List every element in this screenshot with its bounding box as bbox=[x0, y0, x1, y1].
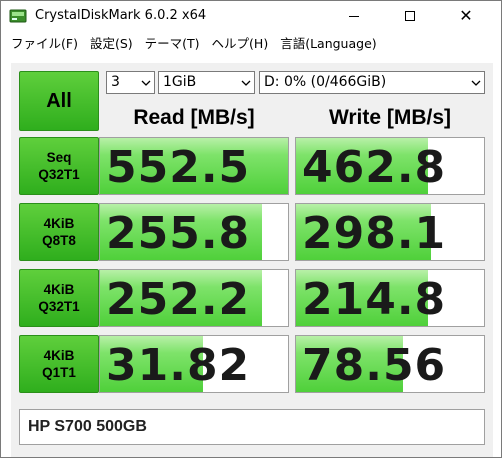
menu-theme[interactable]: テーマ(T) bbox=[139, 34, 206, 54]
write-value: 298.1 bbox=[302, 208, 447, 259]
4kib-q1t1-button[interactable]: 4KiB Q1T1 bbox=[19, 335, 99, 393]
read-value: 31.82 bbox=[106, 340, 251, 391]
menu-file[interactable]: ファイル(F) bbox=[5, 34, 84, 54]
test-count-select[interactable]: 3 bbox=[106, 71, 155, 94]
test-label-line1: Seq bbox=[46, 150, 72, 165]
title-bar[interactable]: CrystalDiskMark 6.0.2 x64 ✕ bbox=[1, 1, 501, 31]
app-disk-icon bbox=[9, 9, 27, 23]
4kib-q8t8-button[interactable]: 4KiB Q8T8 bbox=[19, 203, 99, 261]
minimize-icon bbox=[349, 15, 359, 17]
close-icon: ✕ bbox=[459, 6, 473, 25]
comment-field[interactable]: HP S700 500GB bbox=[19, 409, 485, 445]
seq-q32t1-button[interactable]: Seq Q32T1 bbox=[19, 137, 99, 195]
read-result-4kib-q1t1: 31.82 bbox=[99, 335, 289, 393]
maximize-button[interactable] bbox=[387, 1, 433, 31]
chevron-down-icon bbox=[471, 80, 481, 86]
chevron-down-icon bbox=[241, 80, 251, 86]
test-size-value: 1GiB bbox=[163, 74, 197, 90]
write-result-4kib-q1t1: 78.56 bbox=[295, 335, 485, 393]
write-value: 78.56 bbox=[302, 340, 447, 391]
test-label-line2: Q32T1 bbox=[38, 299, 80, 314]
menu-settings[interactable]: 設定(S) bbox=[84, 34, 139, 54]
drive-select[interactable]: D: 0% (0/466GiB) bbox=[259, 71, 485, 94]
test-size-select[interactable]: 1GiB bbox=[158, 71, 255, 94]
read-value: 255.8 bbox=[106, 208, 251, 259]
maximize-icon bbox=[405, 11, 415, 21]
write-result-4kib-q32t1: 214.8 bbox=[295, 269, 485, 327]
menu-language[interactable]: 言語(Language) bbox=[274, 34, 382, 54]
app-window: CrystalDiskMark 6.0.2 x64 ✕ ファイル(F) 設定(S… bbox=[0, 0, 502, 458]
write-result-seq-q32t1: 462.8 bbox=[295, 137, 485, 195]
read-result-seq-q32t1: 552.5 bbox=[99, 137, 289, 195]
read-result-4kib-q32t1: 252.2 bbox=[99, 269, 289, 327]
test-label-line2: Q1T1 bbox=[42, 365, 76, 380]
menu-help[interactable]: ヘルプ(H) bbox=[206, 34, 275, 54]
test-label-line2: Q32T1 bbox=[38, 167, 80, 182]
benchmark-panel: All 3 1GiB D: 0% (0/466GiB) Read [MB/s] … bbox=[11, 63, 493, 457]
write-value: 214.8 bbox=[302, 274, 447, 325]
close-button[interactable]: ✕ bbox=[443, 1, 489, 31]
test-label-line1: 4KiB bbox=[43, 216, 75, 231]
drive-value: D: 0% (0/466GiB) bbox=[264, 74, 387, 90]
read-value: 252.2 bbox=[106, 274, 251, 325]
minimize-button[interactable] bbox=[331, 1, 377, 31]
write-header: Write [MB/s] bbox=[328, 106, 452, 129]
window-title: CrystalDiskMark 6.0.2 x64 bbox=[35, 8, 207, 23]
4kib-q32t1-button[interactable]: 4KiB Q32T1 bbox=[19, 269, 99, 327]
menu-bar: ファイル(F) 設定(S) テーマ(T) ヘルプ(H) 言語(Language) bbox=[1, 33, 501, 55]
read-value: 552.5 bbox=[106, 142, 251, 193]
chevron-down-icon bbox=[141, 80, 151, 86]
test-count-value: 3 bbox=[111, 74, 120, 90]
test-label-line1: 4KiB bbox=[43, 348, 75, 363]
read-header: Read [MB/s] bbox=[133, 106, 255, 129]
run-all-button[interactable]: All bbox=[19, 71, 99, 131]
test-label-line2: Q8T8 bbox=[42, 233, 76, 248]
test-label-line1: 4KiB bbox=[43, 282, 75, 297]
read-result-4kib-q8t8: 255.8 bbox=[99, 203, 289, 261]
write-result-4kib-q8t8: 298.1 bbox=[295, 203, 485, 261]
write-value: 462.8 bbox=[302, 142, 447, 193]
